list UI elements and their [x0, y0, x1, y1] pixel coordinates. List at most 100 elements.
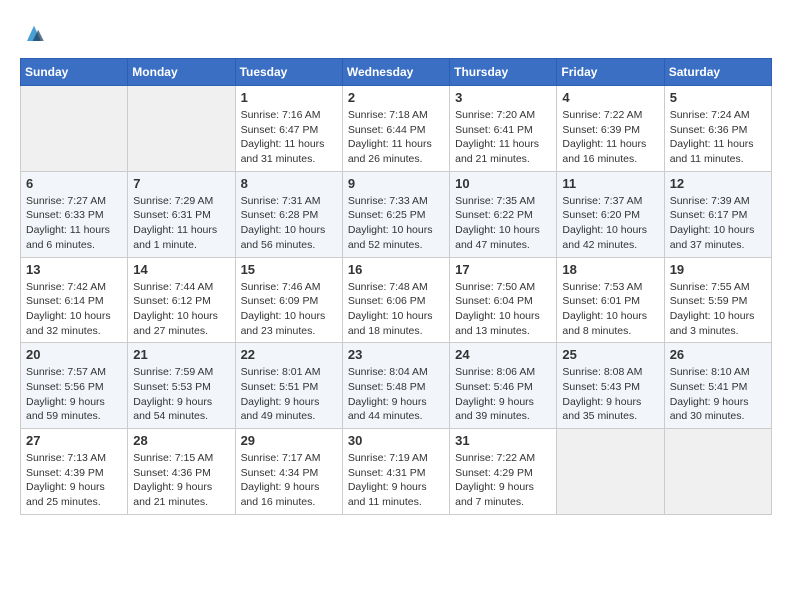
- calendar-cell: 18 Sunrise: 7:53 AM Sunset: 6:01 PM Dayli…: [557, 257, 664, 343]
- day-number: 18: [562, 262, 658, 277]
- calendar-cell: [557, 429, 664, 515]
- calendar-cell: 27 Sunrise: 7:13 AM Sunset: 4:39 PM Dayli…: [21, 429, 128, 515]
- calendar-header-row: SundayMondayTuesdayWednesdayThursdayFrid…: [21, 59, 772, 86]
- calendar-cell: 20Sunrise: 7:57 AM Sunset: 5:56 PM Dayli…: [21, 343, 128, 429]
- day-info: Sunrise: 7:13 AM Sunset: 4:39 PM Dayligh…: [26, 451, 122, 510]
- calendar-week-row: 20Sunrise: 7:57 AM Sunset: 5:56 PM Dayli…: [21, 343, 772, 429]
- calendar-week-row: 13Sunrise: 7:42 AM Sunset: 6:14 PM Dayli…: [21, 257, 772, 343]
- calendar-cell: 17 Sunrise: 7:50 AM Sunset: 6:04 PM Dayli…: [450, 257, 557, 343]
- day-info: Sunrise: 7:22 AM Sunset: 4:29 PM Dayligh…: [455, 451, 551, 510]
- day-number: 16: [348, 262, 444, 277]
- calendar-cell: 22 Sunrise: 8:01 AM Sunset: 5:51 PM Dayli…: [235, 343, 342, 429]
- day-info: Sunrise: 7:35 AM Sunset: 6:22 PM Dayligh…: [455, 194, 551, 253]
- calendar-cell: 11 Sunrise: 7:37 AM Sunset: 6:20 PM Dayli…: [557, 171, 664, 257]
- day-info: Sunrise: 7:39 AM Sunset: 6:17 PM Dayligh…: [670, 194, 766, 253]
- day-number: 26: [670, 347, 766, 362]
- day-number: 5: [670, 90, 766, 105]
- day-number: 19: [670, 262, 766, 277]
- day-number: 27: [26, 433, 122, 448]
- calendar-cell: 16 Sunrise: 7:48 AM Sunset: 6:06 PM Dayli…: [342, 257, 449, 343]
- day-info: Sunrise: 7:46 AM Sunset: 6:09 PM Dayligh…: [241, 280, 337, 339]
- calendar-cell: 29Sunrise: 7:17 AM Sunset: 4:34 PM Dayli…: [235, 429, 342, 515]
- calendar-cell: 2 Sunrise: 7:18 AM Sunset: 6:44 PM Daylig…: [342, 86, 449, 172]
- day-number: 8: [241, 176, 337, 191]
- weekday-header-sunday: Sunday: [21, 59, 128, 86]
- day-info: Sunrise: 7:20 AM Sunset: 6:41 PM Dayligh…: [455, 108, 551, 167]
- calendar-cell: 12 Sunrise: 7:39 AM Sunset: 6:17 PM Dayli…: [664, 171, 771, 257]
- calendar-cell: 23Sunrise: 8:04 AM Sunset: 5:48 PM Dayli…: [342, 343, 449, 429]
- day-number: 31: [455, 433, 551, 448]
- day-info: Sunrise: 7:17 AM Sunset: 4:34 PM Dayligh…: [241, 451, 337, 510]
- calendar-cell: 31 Sunrise: 7:22 AM Sunset: 4:29 PM Dayli…: [450, 429, 557, 515]
- weekday-header-tuesday: Tuesday: [235, 59, 342, 86]
- page-header: [20, 20, 772, 48]
- calendar-cell: 5Sunrise: 7:24 AM Sunset: 6:36 PM Daylig…: [664, 86, 771, 172]
- day-number: 3: [455, 90, 551, 105]
- calendar-cell: 1 Sunrise: 7:16 AM Sunset: 6:47 PM Daylig…: [235, 86, 342, 172]
- day-info: Sunrise: 7:50 AM Sunset: 6:04 PM Dayligh…: [455, 280, 551, 339]
- calendar-cell: 4 Sunrise: 7:22 AM Sunset: 6:39 PM Daylig…: [557, 86, 664, 172]
- calendar-cell: 15 Sunrise: 7:46 AM Sunset: 6:09 PM Dayli…: [235, 257, 342, 343]
- day-info: Sunrise: 7:53 AM Sunset: 6:01 PM Dayligh…: [562, 280, 658, 339]
- day-info: Sunrise: 7:31 AM Sunset: 6:28 PM Dayligh…: [241, 194, 337, 253]
- calendar-cell: 7Sunrise: 7:29 AM Sunset: 6:31 PM Daylig…: [128, 171, 235, 257]
- calendar-cell: 13Sunrise: 7:42 AM Sunset: 6:14 PM Dayli…: [21, 257, 128, 343]
- calendar-week-row: 6Sunrise: 7:27 AM Sunset: 6:33 PM Daylig…: [21, 171, 772, 257]
- day-number: 28: [133, 433, 229, 448]
- day-number: 2: [348, 90, 444, 105]
- calendar-cell: [21, 86, 128, 172]
- day-number: 10: [455, 176, 551, 191]
- day-number: 23: [348, 347, 444, 362]
- calendar-week-row: 1 Sunrise: 7:16 AM Sunset: 6:47 PM Daylig…: [21, 86, 772, 172]
- day-info: Sunrise: 8:06 AM Sunset: 5:46 PM Dayligh…: [455, 365, 551, 424]
- calendar-table: SundayMondayTuesdayWednesdayThursdayFrid…: [20, 58, 772, 515]
- day-number: 17: [455, 262, 551, 277]
- day-info: Sunrise: 7:59 AM Sunset: 5:53 PM Dayligh…: [133, 365, 229, 424]
- calendar-cell: 3 Sunrise: 7:20 AM Sunset: 6:41 PM Daylig…: [450, 86, 557, 172]
- day-number: 24: [455, 347, 551, 362]
- day-info: Sunrise: 7:22 AM Sunset: 6:39 PM Dayligh…: [562, 108, 658, 167]
- calendar-cell: [664, 429, 771, 515]
- day-info: Sunrise: 7:57 AM Sunset: 5:56 PM Dayligh…: [26, 365, 122, 424]
- calendar-cell: 25Sunrise: 8:08 AM Sunset: 5:43 PM Dayli…: [557, 343, 664, 429]
- calendar-week-row: 27 Sunrise: 7:13 AM Sunset: 4:39 PM Dayli…: [21, 429, 772, 515]
- calendar-cell: 28 Sunrise: 7:15 AM Sunset: 4:36 PM Dayli…: [128, 429, 235, 515]
- weekday-header-saturday: Saturday: [664, 59, 771, 86]
- day-number: 15: [241, 262, 337, 277]
- day-number: 6: [26, 176, 122, 191]
- calendar-cell: 24 Sunrise: 8:06 AM Sunset: 5:46 PM Dayli…: [450, 343, 557, 429]
- day-number: 1: [241, 90, 337, 105]
- day-info: Sunrise: 7:37 AM Sunset: 6:20 PM Dayligh…: [562, 194, 658, 253]
- day-info: Sunrise: 7:18 AM Sunset: 6:44 PM Dayligh…: [348, 108, 444, 167]
- day-info: Sunrise: 8:08 AM Sunset: 5:43 PM Dayligh…: [562, 365, 658, 424]
- calendar-cell: 6Sunrise: 7:27 AM Sunset: 6:33 PM Daylig…: [21, 171, 128, 257]
- day-number: 21: [133, 347, 229, 362]
- weekday-header-wednesday: Wednesday: [342, 59, 449, 86]
- calendar-cell: 9Sunrise: 7:33 AM Sunset: 6:25 PM Daylig…: [342, 171, 449, 257]
- day-info: Sunrise: 7:15 AM Sunset: 4:36 PM Dayligh…: [133, 451, 229, 510]
- day-info: Sunrise: 7:19 AM Sunset: 4:31 PM Dayligh…: [348, 451, 444, 510]
- weekday-header-thursday: Thursday: [450, 59, 557, 86]
- day-info: Sunrise: 7:48 AM Sunset: 6:06 PM Dayligh…: [348, 280, 444, 339]
- logo-icon: [20, 20, 48, 48]
- calendar-cell: 30 Sunrise: 7:19 AM Sunset: 4:31 PM Dayli…: [342, 429, 449, 515]
- day-number: 14: [133, 262, 229, 277]
- calendar-cell: 8 Sunrise: 7:31 AM Sunset: 6:28 PM Daylig…: [235, 171, 342, 257]
- day-number: 12: [670, 176, 766, 191]
- day-info: Sunrise: 7:55 AM Sunset: 5:59 PM Dayligh…: [670, 280, 766, 339]
- calendar-cell: 21 Sunrise: 7:59 AM Sunset: 5:53 PM Dayli…: [128, 343, 235, 429]
- day-number: 4: [562, 90, 658, 105]
- weekday-header-monday: Monday: [128, 59, 235, 86]
- weekday-header-friday: Friday: [557, 59, 664, 86]
- calendar-cell: 14 Sunrise: 7:44 AM Sunset: 6:12 PM Dayli…: [128, 257, 235, 343]
- day-number: 9: [348, 176, 444, 191]
- day-number: 22: [241, 347, 337, 362]
- day-info: Sunrise: 7:16 AM Sunset: 6:47 PM Dayligh…: [241, 108, 337, 167]
- day-number: 11: [562, 176, 658, 191]
- calendar-cell: 26Sunrise: 8:10 AM Sunset: 5:41 PM Dayli…: [664, 343, 771, 429]
- calendar-cell: [128, 86, 235, 172]
- calendar-cell: 19 Sunrise: 7:55 AM Sunset: 5:59 PM Dayli…: [664, 257, 771, 343]
- day-info: Sunrise: 8:01 AM Sunset: 5:51 PM Dayligh…: [241, 365, 337, 424]
- day-number: 30: [348, 433, 444, 448]
- day-info: Sunrise: 7:44 AM Sunset: 6:12 PM Dayligh…: [133, 280, 229, 339]
